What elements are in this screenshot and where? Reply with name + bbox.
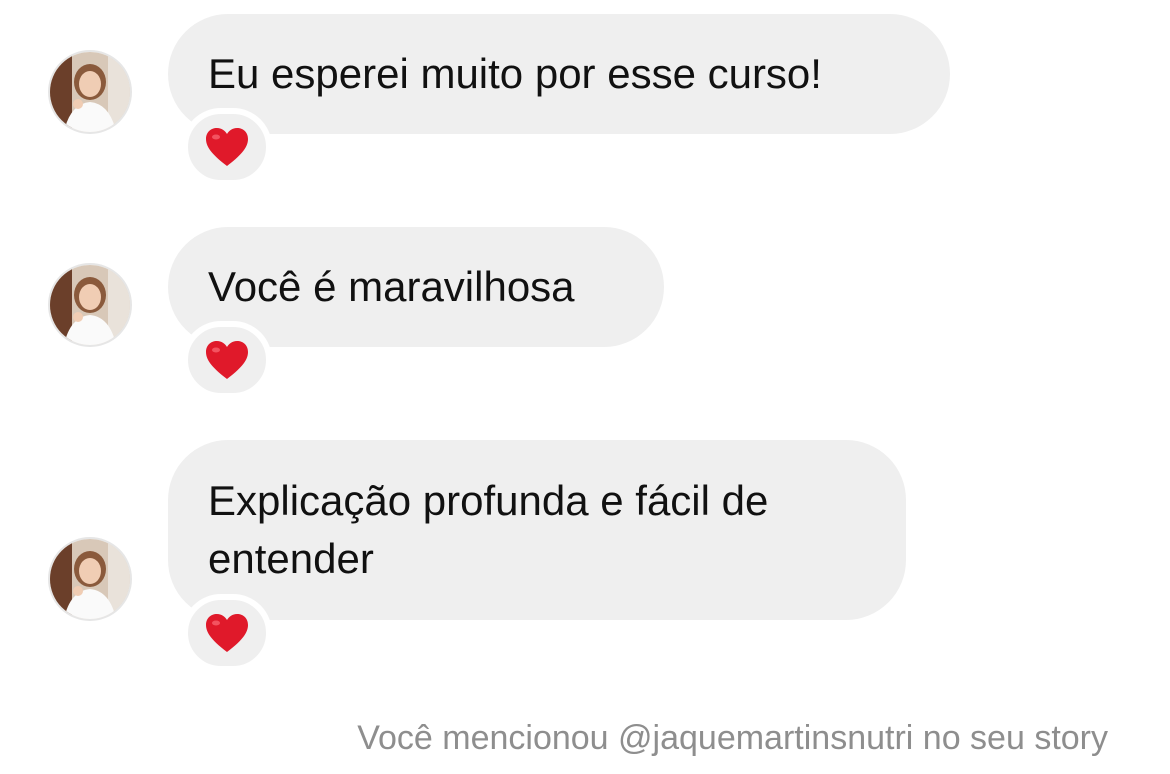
heart-icon bbox=[206, 128, 248, 166]
sender-avatar[interactable] bbox=[48, 263, 132, 347]
message-row-1: Eu esperei muito por esse curso! bbox=[0, 14, 1170, 186]
message-text: Explicação profunda e fácil de entender bbox=[208, 477, 769, 582]
reaction-badge[interactable] bbox=[182, 594, 272, 672]
sender-avatar[interactable] bbox=[48, 50, 132, 134]
story-mention-notice[interactable]: Você mencionou @jaquemartinsnutri no seu… bbox=[357, 712, 1108, 764]
reaction-badge[interactable] bbox=[182, 108, 272, 186]
message-text: Eu esperei muito por esse curso! bbox=[208, 50, 822, 97]
heart-icon bbox=[206, 614, 248, 652]
avatar-photo bbox=[50, 265, 130, 345]
avatar-photo bbox=[50, 539, 130, 619]
message-row-3: Explicação profunda e fácil de entender bbox=[0, 440, 1170, 674]
reaction-badge[interactable] bbox=[182, 321, 272, 399]
avatar-photo bbox=[50, 52, 130, 132]
message-bubble[interactable]: Eu esperei muito por esse curso! bbox=[168, 14, 950, 134]
heart-icon bbox=[206, 341, 248, 379]
message-row-2: Você é maravilhosa bbox=[0, 227, 1170, 399]
message-bubble[interactable]: Explicação profunda e fácil de entender bbox=[168, 440, 906, 620]
sender-avatar[interactable] bbox=[48, 537, 132, 621]
message-text: Você é maravilhosa bbox=[208, 263, 575, 310]
